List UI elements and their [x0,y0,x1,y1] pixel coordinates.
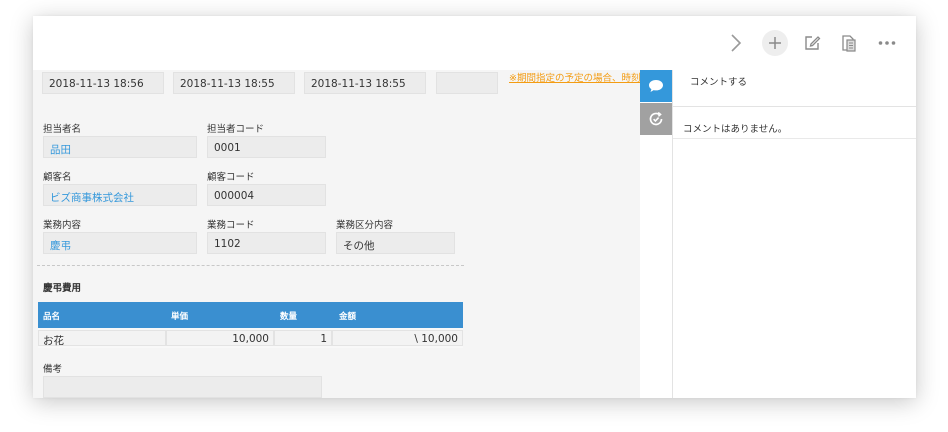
sidebar-tabs [640,70,672,398]
task-category-label: 業務区分内容 [336,220,394,231]
table-header: 品名 単価 数量 金額 [38,302,463,328]
more-icon[interactable] [876,30,898,56]
comments-tab[interactable] [640,70,672,102]
notes-label: 備考 [43,364,63,375]
customer-code-label: 顧客コード [207,172,255,183]
table-row: お花 10,000 1 \ 10,000 [38,328,463,348]
chevron-right-icon[interactable] [725,30,747,56]
notes-field [43,376,322,398]
edit-icon[interactable] [801,30,823,56]
task-category-field: その他 [336,232,455,254]
assignee-code-field: 0001 [207,136,326,158]
history-tab[interactable] [640,103,672,135]
section-divider [37,265,464,266]
comments-panel: コメントする コメントはありません。 [672,70,916,398]
record-detail-card: 2018-11-13 18:56 2018-11-13 18:55 2018-1… [33,16,916,398]
plus-icon[interactable] [762,30,788,56]
comment-input[interactable]: コメントする [673,70,916,107]
customer-code-field: 000004 [207,184,326,206]
column-header-unit-price: 単価 [171,312,189,322]
history-icon [649,111,663,126]
cell-unit-price: 10,000 [166,330,274,346]
no-comments-text: コメントはありません。 [673,108,916,139]
column-header-item: 品名 [43,312,61,322]
datetime-field-2: 2018-11-13 18:55 [173,72,295,94]
expense-table: 品名 単価 数量 金額 お花 10,000 1 \ 10,000 [38,302,463,348]
task-code-label: 業務コード [207,220,255,231]
comment-icon [649,80,663,92]
datetime-field-1: 2018-11-13 18:56 [42,72,164,94]
assignee-label: 担当者名 [43,124,82,135]
cell-amount: \ 10,000 [332,330,463,346]
customer-label: 顧客名 [43,172,72,183]
assignee-field[interactable]: 品田 [43,136,197,158]
task-field[interactable]: 慶弔 [43,232,197,254]
period-warning-link[interactable]: ※期間指定の予定の場合、時刻 [509,70,640,84]
datetime-field-4 [436,72,498,94]
subtable-title: 慶弔費用 [43,283,82,294]
customer-field[interactable]: ビズ商事株式会社 [43,184,197,206]
copy-icon[interactable] [838,30,860,56]
column-header-quantity: 数量 [280,312,298,322]
column-header-amount: 金額 [339,312,357,322]
record-toolbar [33,16,916,70]
task-code-field: 1102 [207,232,326,254]
assignee-code-label: 担当者コード [207,124,265,135]
cell-quantity: 1 [274,330,332,346]
datetime-field-3: 2018-11-13 18:55 [304,72,426,94]
record-main-area: 2018-11-13 18:56 2018-11-13 18:55 2018-1… [33,70,640,398]
cell-item: お花 [38,330,166,347]
task-label: 業務内容 [43,220,82,231]
